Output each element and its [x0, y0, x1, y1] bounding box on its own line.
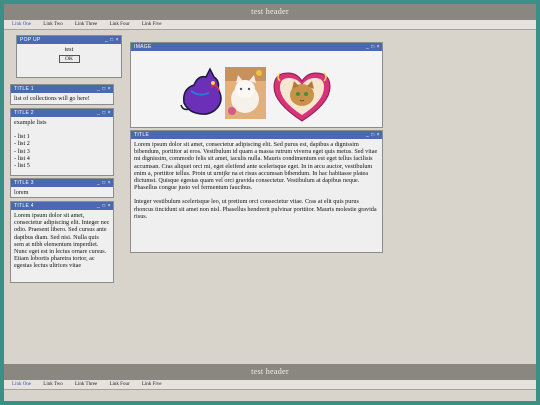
- window-controls-icon[interactable]: _ □ ×: [97, 202, 111, 210]
- title3-titlebar[interactable]: TITLE 3 _ □ ×: [11, 179, 113, 187]
- list-item: - list 3: [14, 147, 30, 155]
- title4-window: TITLE 4 _ □ × Lorem ipsum dolor sit amet…: [10, 201, 114, 283]
- top-nav: Link One Link Two Link Three Link Four L…: [4, 20, 536, 30]
- header-title: test header: [251, 7, 289, 16]
- popup-message: test: [64, 46, 74, 53]
- ok-button[interactable]: OK: [58, 55, 80, 64]
- title4-text: Lorem ipsum dolor sit amet, consectetur …: [14, 212, 110, 270]
- title1-text: list of collections will go here!: [14, 95, 90, 102]
- text-paragraph-1: Lorem ipsum dolor sit amet, consectetur …: [134, 141, 378, 192]
- page-header: test header: [4, 4, 536, 20]
- footer-link-three[interactable]: Link Three: [75, 382, 97, 387]
- title1-title: TITLE 1: [14, 86, 34, 92]
- list-item: - list 2: [14, 140, 30, 148]
- popup-titlebar[interactable]: POP UP _ □ ×: [17, 36, 121, 44]
- window-controls-icon[interactable]: _ □ ×: [105, 36, 119, 44]
- nav-link-four[interactable]: Link Four: [109, 22, 129, 27]
- popup-window: POP UP _ □ × test OK: [16, 35, 122, 78]
- window-controls-icon[interactable]: _ □ ×: [366, 43, 380, 51]
- footer-link-five[interactable]: Link Five: [142, 382, 162, 387]
- title2-heading: example lists: [14, 119, 47, 126]
- title3-text: lorem: [14, 189, 29, 196]
- window-controls-icon[interactable]: _ □ ×: [97, 109, 111, 117]
- nav-link-three[interactable]: Link Three: [75, 22, 97, 27]
- list-item: - list 5: [14, 162, 30, 170]
- kitten-photo-icon: [225, 67, 266, 119]
- image-area: [131, 51, 382, 127]
- cat-heart-frame-icon: [273, 72, 331, 122]
- nav-link-two[interactable]: Link Two: [43, 22, 62, 27]
- text-title: TITLE: [134, 132, 150, 138]
- footer-link-two[interactable]: Link Two: [43, 382, 62, 387]
- image-title: IMAGE: [134, 44, 152, 50]
- footer-nav: Link One Link Two Link Three Link Four L…: [4, 380, 536, 390]
- list-item: - list 1: [14, 133, 30, 141]
- text-paragraph-2: Integer vestibulum scelerisque leo, ut p…: [134, 198, 377, 220]
- footer-link-one[interactable]: Link One: [12, 382, 31, 387]
- text-content: Lorem ipsum dolor sit amet, consectetur …: [131, 139, 382, 222]
- footer-link-four[interactable]: Link Four: [109, 382, 129, 387]
- title4-title: TITLE 4: [14, 203, 34, 209]
- text-window: TITLE _ □ × Lorem ipsum dolor sit amet, …: [130, 130, 383, 253]
- title2-content: example lists - list 1 - list 2 - list 3…: [11, 117, 113, 171]
- image-titlebar[interactable]: IMAGE _ □ ×: [131, 43, 382, 51]
- title2-window: TITLE 2 _ □ × example lists - list 1 - l…: [10, 108, 114, 176]
- window-controls-icon[interactable]: _ □ ×: [97, 179, 111, 187]
- title3-window: TITLE 3 _ □ × lorem: [10, 178, 114, 198]
- image-strip: [180, 67, 331, 122]
- title2-titlebar[interactable]: TITLE 2 _ □ ×: [11, 109, 113, 117]
- text-titlebar[interactable]: TITLE _ □ ×: [131, 131, 382, 139]
- title2-title: TITLE 2: [14, 110, 34, 116]
- window-controls-icon[interactable]: _ □ ×: [97, 85, 111, 93]
- image-window: IMAGE _ □ ×: [130, 42, 383, 128]
- popup-body: test OK: [17, 44, 121, 65]
- nav-link-five[interactable]: Link Five: [142, 22, 162, 27]
- page-footer: test header: [4, 364, 536, 380]
- popup-title: POP UP: [20, 37, 41, 43]
- purple-cat-sticker-icon: [180, 67, 222, 115]
- title3-title: TITLE 3: [14, 180, 34, 186]
- nav-link-one[interactable]: Link One: [12, 22, 31, 27]
- window-controls-icon[interactable]: _ □ ×: [366, 131, 380, 139]
- footer-title: test header: [251, 367, 289, 376]
- page-frame: test header Link One Link Two Link Three…: [4, 4, 536, 401]
- title1-window: TITLE 1 _ □ × list of collections will g…: [10, 84, 114, 105]
- title4-titlebar[interactable]: TITLE 4 _ □ ×: [11, 202, 113, 210]
- list-item: - list 4: [14, 154, 30, 162]
- title1-titlebar[interactable]: TITLE 1 _ □ ×: [11, 85, 113, 93]
